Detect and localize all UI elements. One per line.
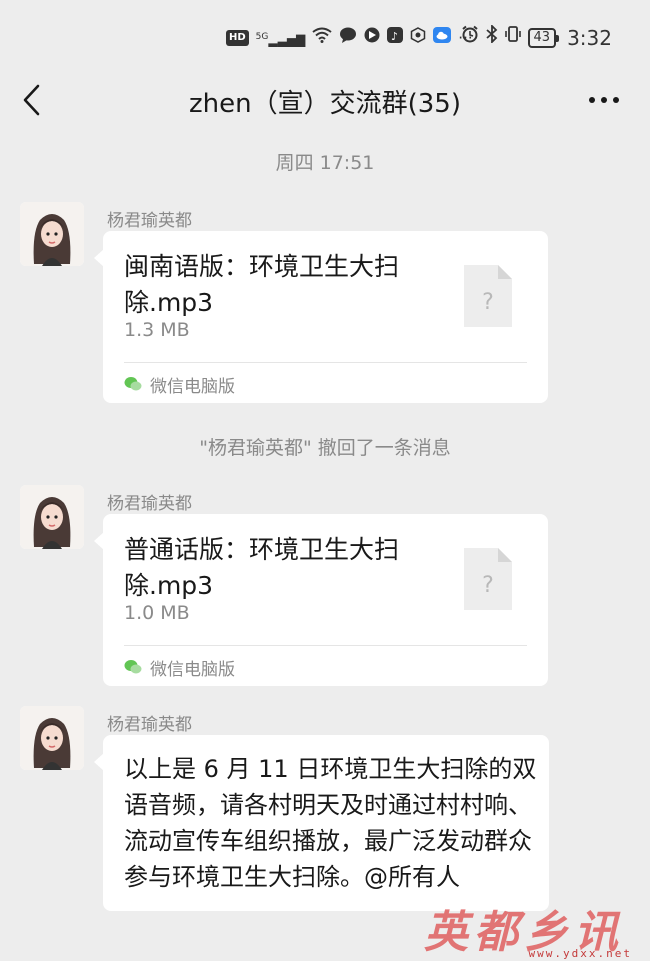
file-name: 闽南语版：环境卫生大扫除.mp3 <box>124 252 400 317</box>
file-message-bubble[interactable]: 普通话版：环境卫生大扫除.mp3 1.0 MB ? 微信电脑版 <box>94 514 548 686</box>
alarm-icon <box>461 24 479 52</box>
wechat-icon <box>124 377 142 391</box>
file-source-label: 微信电脑版 <box>150 376 235 397</box>
wifi-icon <box>312 24 332 52</box>
avatar-icon <box>20 485 84 549</box>
unknown-file-icon: ? <box>464 265 512 327</box>
status-right-icons: 43 3:32 <box>461 23 612 52</box>
sender-name: 杨君瑜英都 <box>107 494 192 514</box>
battery-indicator: 43 <box>527 28 559 48</box>
more-button[interactable] <box>588 84 620 116</box>
svg-text:♪: ♪ <box>391 30 398 43</box>
hexagon-app-icon <box>410 24 426 52</box>
hd-icon: HD <box>226 30 249 46</box>
sender-name: 杨君瑜英都 <box>107 715 192 735</box>
sender-avatar[interactable] <box>20 202 84 266</box>
signal-icon: 5G▂▃▅▇ <box>255 31 306 47</box>
sender-avatar[interactable] <box>20 706 84 770</box>
more-dots-icon <box>589 97 619 103</box>
network-type-label: 5G <box>255 31 269 42</box>
app-notification-icon <box>364 24 380 52</box>
recall-notice: "杨君瑜英都" 撤回了一条消息 <box>199 437 451 459</box>
file-size: 1.0 MB <box>124 602 190 624</box>
unknown-file-icon: ? <box>464 548 512 610</box>
svg-text:?: ? <box>482 573 494 598</box>
svg-text:?: ? <box>482 290 494 315</box>
chat-title: zhen（宣）交流群(35) <box>189 89 461 119</box>
chat-header: zhen（宣）交流群(35) <box>0 66 650 136</box>
music-icon: ♪ <box>387 24 404 52</box>
watermark-url: www.ydxx.net <box>528 947 632 960</box>
cloud-icon <box>433 24 452 52</box>
message-timestamp: 周四 17:51 <box>275 152 375 174</box>
status-left-icons: HD 5G▂▃▅▇ ♪ ··· <box>226 24 473 52</box>
bluetooth-icon <box>485 23 498 52</box>
file-source-label: 微信电脑版 <box>150 659 235 680</box>
sender-name: 杨君瑜英都 <box>107 211 192 231</box>
divider <box>124 362 527 363</box>
file-source: 微信电脑版 <box>124 654 235 680</box>
status-bar: HD 5G▂▃▅▇ ♪ ··· 43 3:32 <box>0 0 650 66</box>
vibrate-icon <box>504 24 521 52</box>
avatar-icon <box>20 706 84 770</box>
divider <box>124 645 527 646</box>
wechat-icon <box>124 660 142 674</box>
sender-avatar[interactable] <box>20 485 84 549</box>
message-text: 以上是 6 月 11 日环境卫生大扫除的双语音频，请各村明天及时通过村村响、流动… <box>124 755 537 891</box>
file-source: 微信电脑版 <box>124 371 235 397</box>
text-message-bubble[interactable]: 以上是 6 月 11 日环境卫生大扫除的双语音频，请各村明天及时通过村村响、流动… <box>94 735 549 911</box>
file-name: 普通话版：环境卫生大扫除.mp3 <box>124 535 400 600</box>
chat-notification-icon <box>339 24 357 52</box>
avatar-icon <box>20 202 84 266</box>
file-size: 1.3 MB <box>124 319 190 341</box>
file-message-bubble[interactable]: 闽南语版：环境卫生大扫除.mp3 1.3 MB ? 微信电脑版 <box>94 231 548 403</box>
status-time: 3:32 <box>567 26 612 50</box>
